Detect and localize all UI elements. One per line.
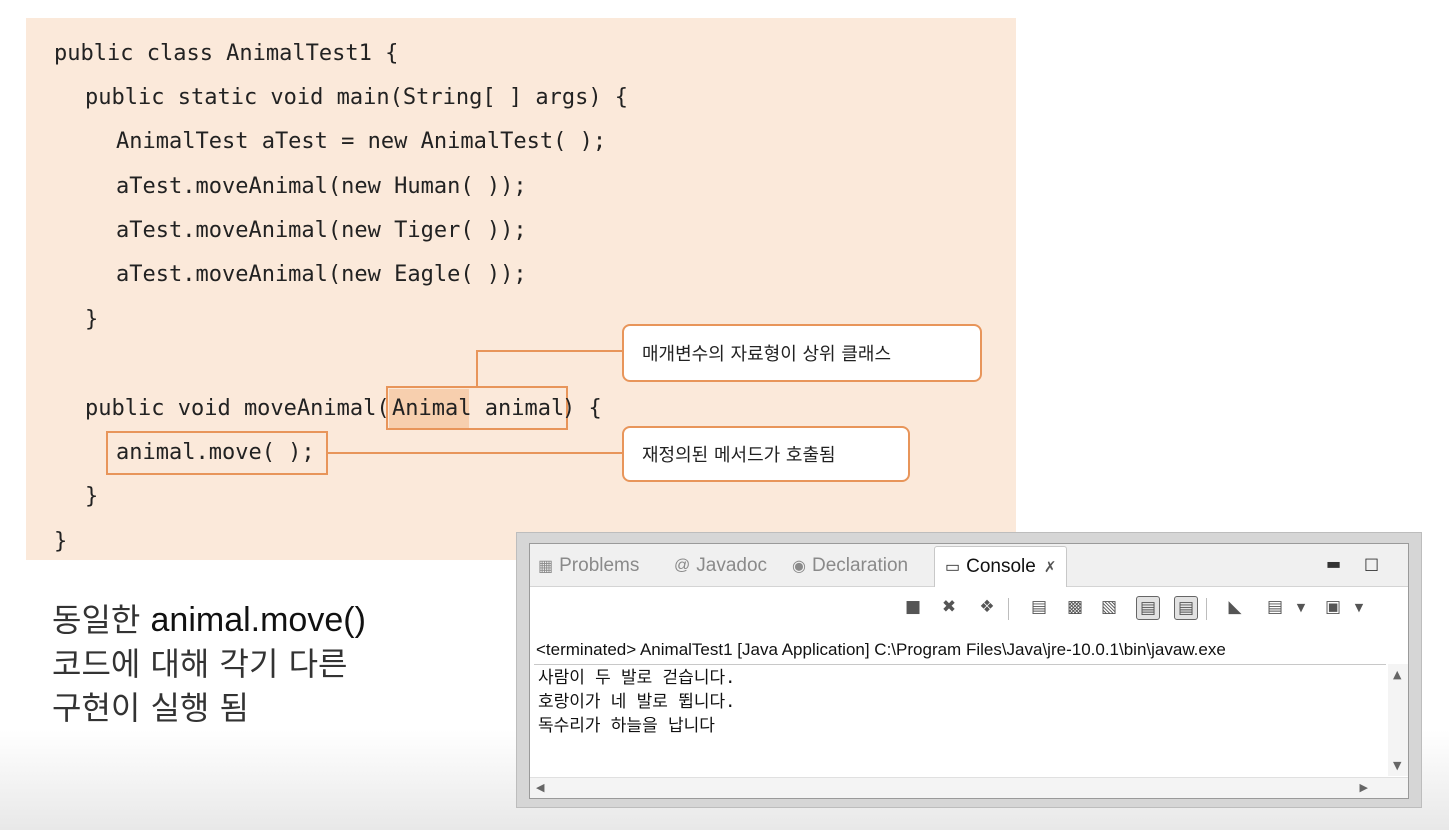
console-output[interactable]: 사람이 두 발로 걷습니다. 호랑이가 네 발로 뜁니다. 독수리가 하늘을 납…: [534, 664, 1386, 777]
callout-connector-vertical: [476, 350, 478, 387]
code-line-3: AnimalTest aTest = new AnimalTest( );: [116, 129, 607, 154]
toolbar-separator-2: [1206, 598, 1207, 620]
remove-all-icon[interactable]: ❖: [976, 596, 998, 618]
tab-console[interactable]: ▭ Console ✗: [934, 546, 1068, 587]
code-line-8c: ) {: [562, 396, 602, 421]
scroll-left-icon[interactable]: ◀: [536, 781, 544, 794]
open-console-icon[interactable]: ▣: [1322, 596, 1344, 618]
scroll-lock-icon[interactable]: ▩: [1064, 596, 1086, 618]
scroll-right-icon[interactable]: ▶: [1360, 781, 1368, 794]
clear-console-icon[interactable]: ▤: [1028, 596, 1050, 618]
problems-icon: ▦: [538, 558, 554, 575]
output-line: 호랑이가 네 발로 뜁니다.: [538, 692, 736, 712]
explanation-prefix: 동일한: [52, 601, 151, 639]
launch-status: <terminated> AnimalTest1 [Java Applicati…: [536, 640, 1226, 659]
vertical-scrollbar[interactable]: ▲ ▼: [1388, 664, 1408, 776]
output-line: 독수리가 하늘을 납니다: [538, 716, 715, 736]
scroll-up-icon[interactable]: ▲: [1393, 668, 1401, 681]
code-line-9: animal.move( );: [116, 440, 315, 465]
tab-declaration-label: Declaration: [811, 555, 909, 576]
explanation-line-3: 구현이 실행 됨: [52, 689, 249, 727]
console-window: ▦ Problems @ Javadoc ◉ Declaration ▭ Con…: [516, 532, 1422, 808]
show-stderr-icon[interactable]: ▤: [1174, 596, 1198, 620]
code-line-5: aTest.moveAnimal(new Tiger( ));: [116, 218, 527, 243]
code-line-1: public class AnimalTest1 {: [54, 41, 399, 66]
console-toolbar: ■ ✖ ❖ ▤ ▩ ▧ ▤ ▤ ◣ ▤ ▼ ▣ ▼: [530, 588, 1408, 628]
code-line-6: aTest.moveAnimal(new Eagle( ));: [116, 262, 527, 287]
code-line-8a: public void moveAnimal(: [85, 396, 390, 421]
tab-javadoc[interactable]: @ Javadoc: [674, 552, 767, 580]
callout-overridden-text: 재정의된 메서드가 호출됨: [642, 445, 836, 466]
tab-console-label: Console: [966, 556, 1036, 577]
callout-overridden: 재정의된 메서드가 호출됨: [622, 426, 910, 482]
terminate-icon[interactable]: ■: [902, 596, 924, 618]
minimize-icon[interactable]: ▬: [1326, 554, 1341, 573]
display-console-icon[interactable]: ▤: [1264, 596, 1286, 618]
callout-param-type: 매개변수의 자료형이 상위 클래스: [622, 324, 982, 382]
tab-javadoc-label: Javadoc: [696, 555, 768, 576]
code-line-11: }: [54, 529, 68, 554]
scroll-down-icon[interactable]: ▼: [1393, 759, 1401, 772]
code-panel: public class AnimalTest1 { public static…: [26, 18, 1016, 560]
close-icon[interactable]: ✗: [1044, 558, 1057, 576]
callout-connector-top: [476, 350, 624, 352]
explanation-line-1: 동일한 animal.move(): [52, 598, 472, 642]
show-stdout-icon[interactable]: ▤: [1136, 596, 1160, 620]
at-icon: @: [674, 557, 691, 574]
code-line-4: aTest.moveAnimal(new Human( ));: [116, 174, 527, 199]
explanation-code: animal.move(): [150, 601, 366, 639]
tab-declaration[interactable]: ◉ Declaration: [792, 552, 908, 580]
code-line-2: public static void main(String[ ] args) …: [85, 85, 629, 110]
word-wrap-icon[interactable]: ▧: [1098, 596, 1120, 618]
pin-console-icon[interactable]: ◣: [1224, 596, 1246, 618]
tab-problems-label: Problems: [559, 555, 640, 576]
callout-connector-bottom: [328, 452, 624, 454]
output-line: 사람이 두 발로 걷습니다.: [538, 668, 736, 688]
tab-problems[interactable]: ▦ Problems: [538, 552, 639, 580]
console-icon: ▭: [945, 559, 961, 576]
view-tabbar: ▦ Problems @ Javadoc ◉ Declaration ▭ Con…: [530, 544, 1408, 587]
chevron-down-icon[interactable]: ▼: [1290, 596, 1312, 618]
code-line-7: }: [85, 307, 99, 332]
declaration-icon: ◉: [792, 558, 806, 575]
callout-param-type-text: 매개변수의 자료형이 상위 클래스: [642, 344, 892, 365]
toolbar-separator: [1008, 598, 1009, 620]
remove-launch-icon[interactable]: ✖: [938, 596, 960, 618]
horizontal-scrollbar[interactable]: ◀ ▶: [530, 777, 1408, 798]
explanation-line-2: 코드에 대해 각기 다른: [52, 645, 348, 683]
chevron-down-icon[interactable]: ▼: [1348, 596, 1370, 618]
console-view: ▦ Problems @ Javadoc ◉ Declaration ▭ Con…: [529, 543, 1409, 799]
explanation-text: 동일한 animal.move() 코드에 대해 각기 다른 구현이 실행 됨: [52, 598, 472, 730]
maximize-icon[interactable]: □: [1364, 554, 1379, 573]
code-line-10: }: [85, 484, 99, 509]
code-line-8b: Animal animal: [392, 396, 565, 421]
